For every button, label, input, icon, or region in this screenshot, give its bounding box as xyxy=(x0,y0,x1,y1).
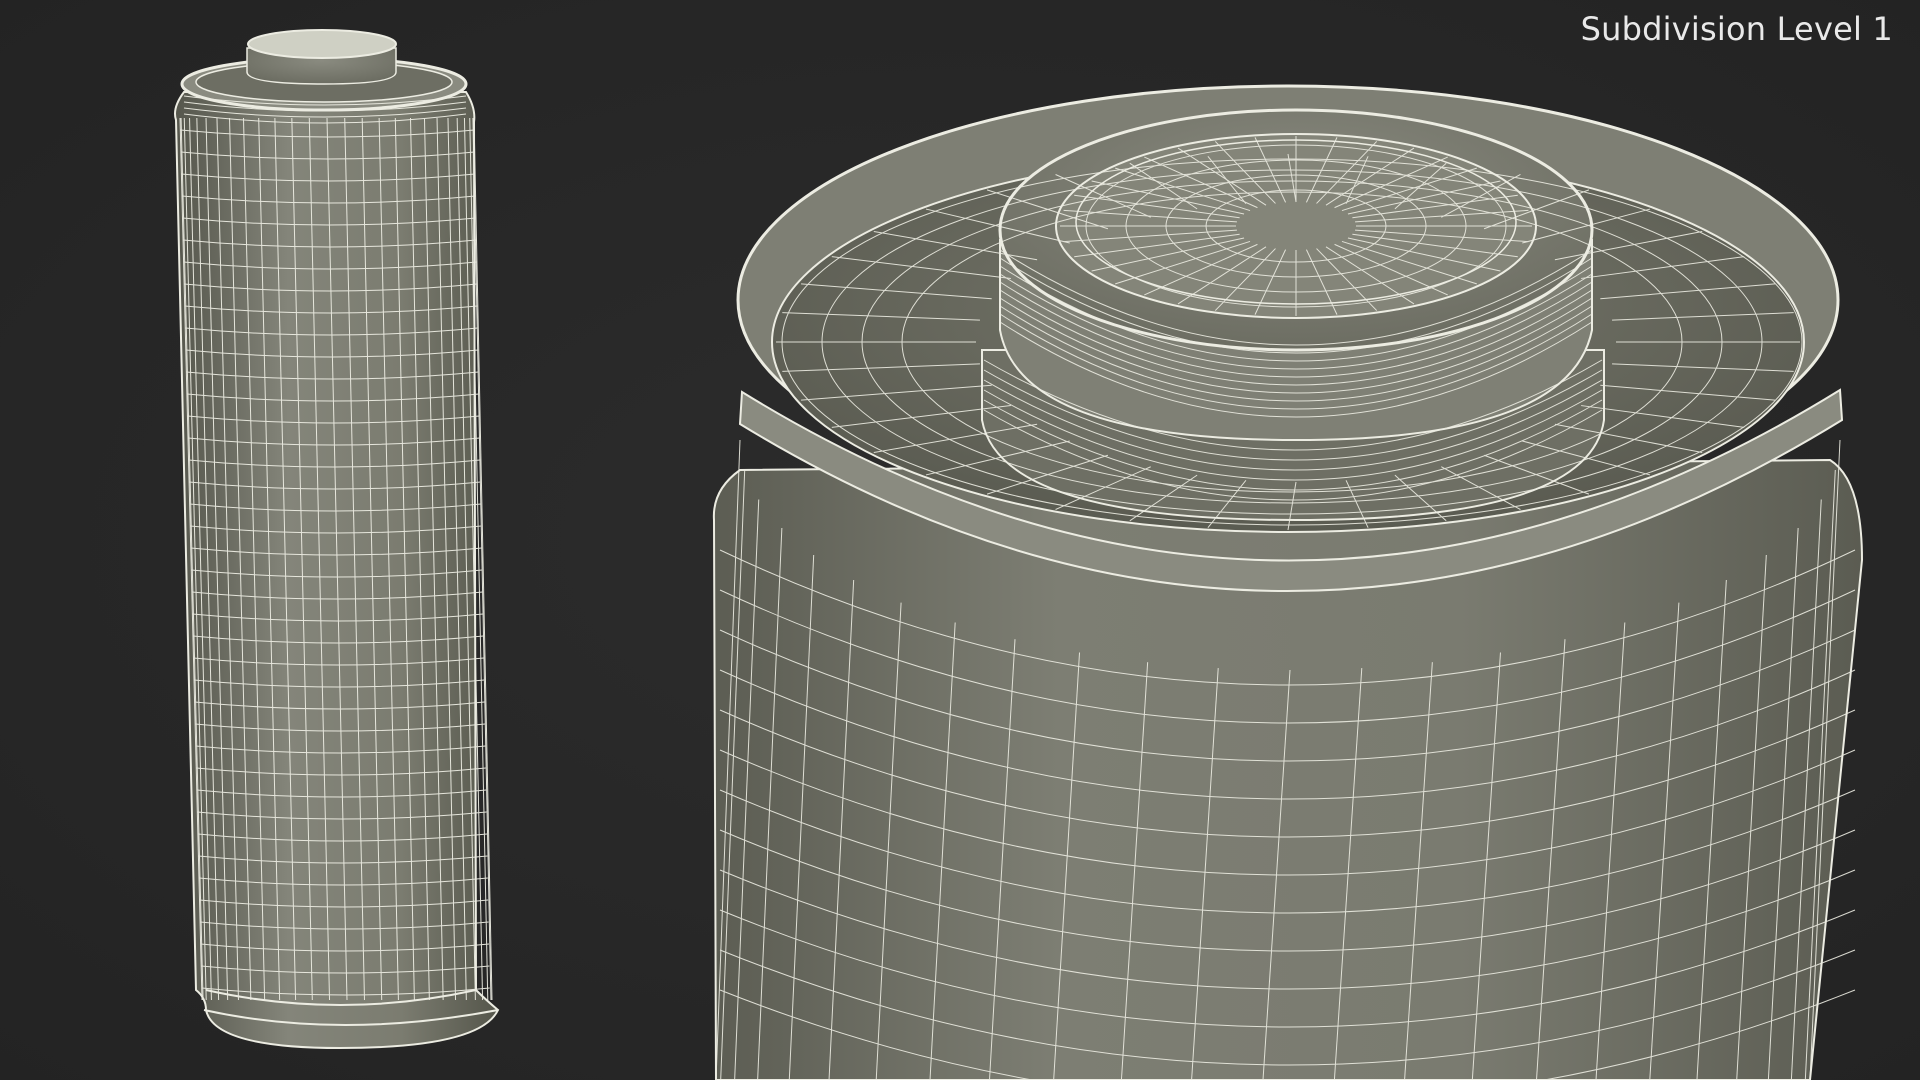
render-viewport: Subdivision Level 1 xyxy=(0,0,1920,1080)
small-can xyxy=(174,29,500,1050)
wireframe-scene xyxy=(174,29,1864,1080)
subdivision-level-label: Subdivision Level 1 xyxy=(1580,10,1893,48)
large-can-closeup xyxy=(712,84,1864,1080)
